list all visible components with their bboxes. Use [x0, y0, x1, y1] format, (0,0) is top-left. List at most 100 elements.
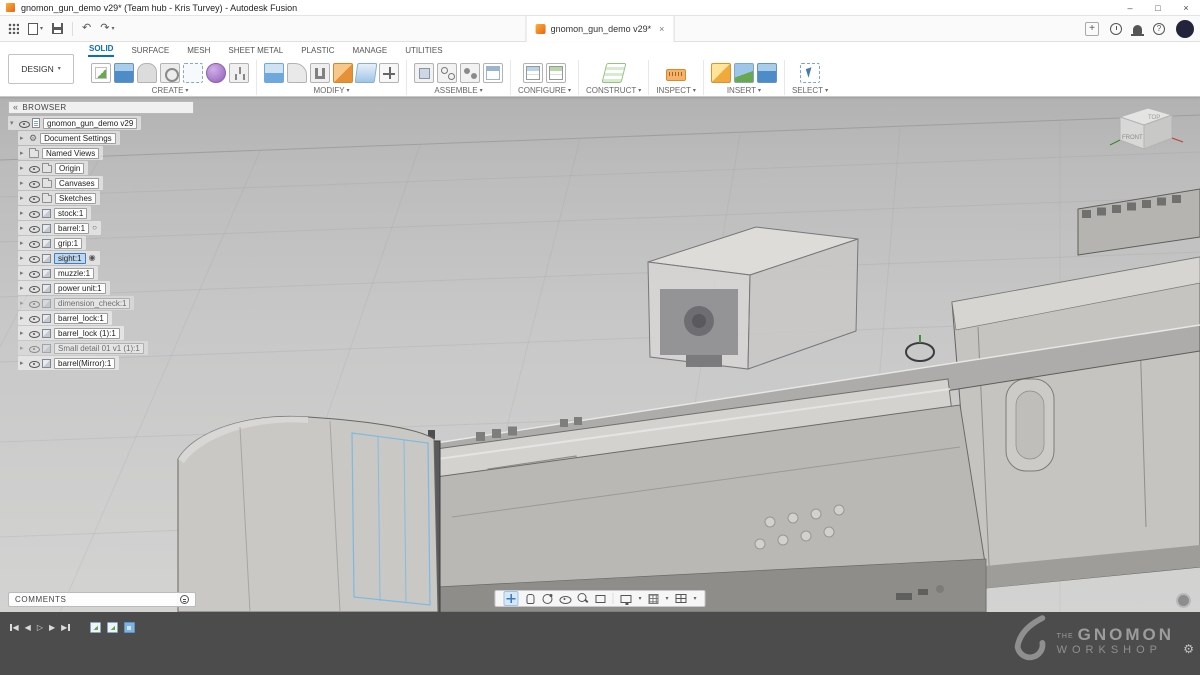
- extrude-icon[interactable]: [114, 63, 134, 83]
- help-icon[interactable]: ?: [1153, 23, 1165, 35]
- expand-arrow-icon[interactable]: ▾: [10, 120, 16, 127]
- item-label[interactable]: Canvases: [55, 178, 99, 189]
- document-tab[interactable]: gnomon_gun_demo v29* ×: [526, 16, 675, 42]
- file-menu-button[interactable]: ▾: [28, 23, 43, 35]
- group-dropdown-modify[interactable]: MODIFY ▾: [313, 86, 349, 95]
- comment-bubble-icon[interactable]: [180, 595, 189, 604]
- browser-header[interactable]: « BROWSER: [8, 101, 194, 114]
- item-label[interactable]: Document Settings: [40, 133, 116, 144]
- model-viewport[interactable]: FRONT TOP « BROWSER ▾ gnomon_gun_demo v2…: [0, 97, 1200, 612]
- item-label[interactable]: barrel:1: [54, 223, 89, 234]
- timeline-settings-gear-icon[interactable]: ⚙: [1183, 643, 1194, 655]
- item-label[interactable]: muzzle:1: [54, 268, 94, 279]
- create-form-icon[interactable]: [206, 63, 226, 83]
- measure-icon[interactable]: [666, 69, 686, 81]
- item-label[interactable]: Small detail 01 v1 (1):1: [54, 343, 144, 354]
- assistant-icon[interactable]: [1176, 593, 1191, 608]
- visibility-eye-icon[interactable]: [29, 179, 39, 188]
- timeline-step-back-button[interactable]: ◀: [25, 624, 31, 632]
- browser-item-grip[interactable]: ▸ grip:1: [18, 236, 86, 250]
- chevron-down-icon[interactable]: ▾: [665, 596, 668, 602]
- expand-arrow-icon[interactable]: ▸: [20, 210, 26, 217]
- redo-button[interactable]: ↷ ▾: [100, 23, 114, 34]
- active-nav-tool[interactable]: [503, 591, 518, 606]
- tab-sheet-metal[interactable]: SHEET METAL: [227, 46, 284, 57]
- tab-manage[interactable]: MANAGE: [352, 46, 389, 57]
- item-label[interactable]: stock:1: [54, 208, 87, 219]
- expand-arrow-icon[interactable]: ▸: [20, 240, 26, 247]
- minimize-button[interactable]: –: [1116, 0, 1144, 16]
- activate-component-icon[interactable]: ◉: [89, 254, 96, 262]
- expand-arrow-icon[interactable]: ▸: [20, 180, 26, 187]
- item-label[interactable]: grip:1: [54, 238, 82, 249]
- tab-utilities[interactable]: UTILITIES: [404, 46, 443, 57]
- display-settings-icon[interactable]: [620, 595, 631, 603]
- visibility-eye-icon[interactable]: [29, 359, 39, 368]
- visibility-eye-icon[interactable]: [29, 329, 39, 338]
- new-component-icon[interactable]: [414, 63, 434, 83]
- timeline-feature-component-icon[interactable]: [124, 622, 135, 633]
- item-label[interactable]: Sketches: [55, 193, 96, 204]
- browser-root-item[interactable]: ▾ gnomon_gun_demo v29: [8, 116, 141, 130]
- chevron-down-icon[interactable]: ▾: [694, 596, 697, 602]
- visibility-eye-icon[interactable]: [29, 344, 39, 353]
- group-dropdown-insert[interactable]: INSERT ▾: [727, 86, 761, 95]
- pattern-icon[interactable]: [183, 63, 203, 83]
- workspace-switcher-button[interactable]: DESIGN ▾: [8, 54, 74, 84]
- browser-item-power-unit[interactable]: ▸ power unit:1: [18, 281, 110, 295]
- expand-arrow-icon[interactable]: ▸: [20, 225, 26, 232]
- visibility-eye-icon[interactable]: [29, 239, 39, 248]
- sight-component[interactable]: [648, 227, 858, 369]
- chevron-down-icon[interactable]: ▾: [638, 596, 641, 602]
- timeline-play-button[interactable]: ▷: [37, 624, 43, 632]
- visibility-eye-icon[interactable]: [29, 254, 39, 263]
- browser-item-sight[interactable]: ▸ sight:1 ◉: [18, 251, 100, 265]
- browser-item-sketches[interactable]: ▸ Sketches: [18, 191, 100, 205]
- job-status-icon[interactable]: [1110, 23, 1122, 35]
- move-copy-icon[interactable]: [379, 63, 399, 83]
- tab-plastic[interactable]: PLASTIC: [300, 46, 335, 57]
- combine-icon[interactable]: [333, 63, 353, 83]
- close-button[interactable]: ×: [1172, 0, 1200, 16]
- new-document-button[interactable]: +: [1085, 22, 1099, 36]
- visibility-eye-icon[interactable]: [29, 284, 39, 293]
- visibility-eye-icon[interactable]: [29, 269, 39, 278]
- maximize-button[interactable]: □: [1144, 0, 1172, 16]
- group-dropdown-inspect[interactable]: INSPECT ▾: [656, 86, 696, 95]
- sweep-icon[interactable]: [160, 63, 180, 83]
- item-label[interactable]: barrel_lock:1: [54, 313, 108, 324]
- group-dropdown-assemble[interactable]: ASSEMBLE ▾: [434, 86, 482, 95]
- comments-panel[interactable]: COMMENTS: [8, 592, 196, 607]
- expand-arrow-icon[interactable]: ▸: [20, 165, 26, 172]
- zoom-icon[interactable]: [577, 593, 588, 604]
- timeline-step-forward-button[interactable]: ▶: [49, 624, 55, 632]
- item-label[interactable]: Origin: [55, 163, 84, 174]
- notifications-icon[interactable]: [1133, 25, 1142, 34]
- configuration-table-icon[interactable]: [523, 63, 543, 83]
- item-label[interactable]: Named Views: [42, 148, 99, 159]
- timeline-feature-sketch2-icon[interactable]: [107, 622, 118, 633]
- expand-arrow-icon[interactable]: ▸: [20, 270, 26, 277]
- browser-item-barrel-mirror[interactable]: ▸ barrel(Mirror):1: [18, 356, 119, 370]
- as-built-joint-icon[interactable]: [460, 63, 480, 83]
- derive-icon[interactable]: [229, 63, 249, 83]
- visibility-eye-icon[interactable]: [29, 209, 39, 218]
- revolve-icon[interactable]: [137, 63, 157, 83]
- item-label[interactable]: barrel(Mirror):1: [54, 358, 115, 369]
- timeline-go-end-button[interactable]: ▶: [61, 624, 70, 632]
- item-label[interactable]: power unit:1: [54, 283, 106, 294]
- select-tool-icon[interactable]: [800, 63, 820, 83]
- expand-arrow-icon[interactable]: ▸: [20, 195, 26, 202]
- tab-close-icon[interactable]: ×: [659, 24, 664, 34]
- tab-surface[interactable]: SURFACE: [130, 46, 170, 57]
- visibility-eye-icon[interactable]: [29, 299, 39, 308]
- construction-plane-icon[interactable]: [601, 63, 626, 83]
- viewports-icon[interactable]: [676, 594, 687, 603]
- browser-item-document-settings[interactable]: ▸ ⚙ Document Settings: [18, 131, 120, 145]
- visibility-eye-icon[interactable]: [29, 314, 39, 323]
- insert-mesh-icon[interactable]: [757, 63, 777, 83]
- orbit-icon[interactable]: [542, 594, 552, 604]
- draft-icon[interactable]: [355, 63, 378, 83]
- look-at-icon[interactable]: [559, 593, 570, 604]
- grid-snaps-icon[interactable]: [648, 594, 658, 604]
